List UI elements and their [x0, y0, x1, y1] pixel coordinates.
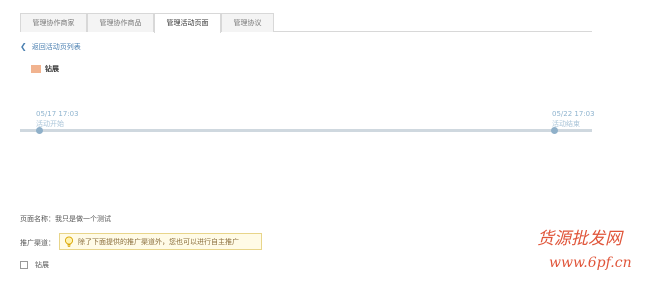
- timeline-end-marker: [551, 127, 558, 134]
- lightbulb-icon: [64, 235, 74, 247]
- page-name-label: 页面名称：: [20, 215, 55, 223]
- watermark-line2: www.6pf.cn: [549, 255, 632, 271]
- timeline-start-date: 05/17 17:03: [36, 110, 79, 118]
- channel-option-zuanzhan[interactable]: 钻展: [20, 260, 49, 270]
- back-link-label: 返回活动页列表: [31, 43, 81, 51]
- channel-notice-text: 除了下面提供的推广渠道外，您也可以进行自主推广: [78, 237, 239, 246]
- channel-option-checkbox[interactable]: [20, 261, 28, 269]
- tab-manage-agreements[interactable]: 管理协议: [221, 13, 274, 32]
- legend: 钻展: [31, 64, 59, 74]
- timeline-end-date: 05/22 17:03: [552, 110, 595, 118]
- channel-notice: 除了下面提供的推广渠道外，您也可以进行自主推广: [59, 233, 262, 250]
- legend-label: 钻展: [45, 65, 59, 73]
- watermark-logo: 货源批发网 www.6pf.cn: [537, 229, 632, 271]
- channel-label: 推广渠道：: [20, 239, 55, 247]
- page-name-row: 页面名称：我只是做一个测试: [20, 214, 111, 224]
- watermark-line1: 货源批发网: [537, 229, 624, 249]
- timeline-start-marker: [36, 127, 43, 134]
- legend-swatch: [31, 65, 41, 73]
- channel-option-label: 钻展: [35, 261, 49, 269]
- back-to-activity-list-link[interactable]: ❮ 返回活动页列表: [20, 42, 81, 52]
- tab-bar: 管理协作商家 管理协作商品 管理活动页面 管理协议: [20, 13, 592, 33]
- tab-manage-activity-pages[interactable]: 管理活动页面: [154, 13, 221, 33]
- tab-manage-products[interactable]: 管理协作商品: [87, 13, 154, 32]
- tab-manage-merchants[interactable]: 管理协作商家: [20, 13, 87, 32]
- page-name-value: 我只是做一个测试: [55, 215, 111, 223]
- timeline-track: [20, 129, 592, 132]
- chevron-left-icon: ❮: [20, 42, 27, 51]
